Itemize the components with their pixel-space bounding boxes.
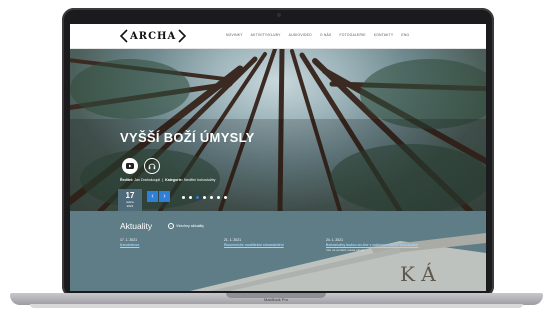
news-link[interactable]: Ekumenické modlitební shromáždění xyxy=(224,243,319,247)
next-slide-button[interactable]: › xyxy=(159,191,170,202)
nav-item-novinky[interactable]: NOVINKY xyxy=(226,33,243,37)
news-date: 24. 1. 2021 xyxy=(326,238,343,242)
news-heading: Aktuality xyxy=(120,221,153,231)
slider-dot[interactable] xyxy=(189,196,192,199)
podcast-button[interactable] xyxy=(144,158,160,174)
news-item[interactable]: 17. 1. 2021 Kondolence xyxy=(120,238,215,247)
slider-dot[interactable] xyxy=(203,196,206,199)
nav-item-fotogalerie[interactable]: FOTOGALERIE xyxy=(339,33,365,37)
news-date: 21. 1. 2021 xyxy=(224,238,241,242)
prev-slide-button[interactable]: ‹ xyxy=(147,191,158,202)
slider-controls: ‹ › xyxy=(147,191,170,202)
arrow-circle-icon: › xyxy=(168,223,174,229)
news-link[interactable]: Kondolence xyxy=(120,243,215,247)
date-badge: 17 ledna 2021 xyxy=(118,189,142,211)
nav-item-kontakty[interactable]: KONTAKTY xyxy=(374,33,394,37)
news-link[interactable]: Bohoslužby budou on-line v malinové sálo… xyxy=(326,243,421,247)
slider-dot[interactable] xyxy=(224,196,227,199)
news-section: K Á Aktuality › Všechny aktuality 17. 1.… xyxy=(70,211,486,291)
hero-banner: VYŠŠÍ BOŽÍ ÚMYSLY Ředitel: Jan Drahokoup… xyxy=(70,49,486,211)
logo-text: ARCHA xyxy=(130,30,177,42)
news-item[interactable]: 21. 1. 2021 Ekumenické modlitební shromá… xyxy=(224,238,319,247)
nav-item-audiovideo[interactable]: AUDIOVIDEO xyxy=(289,33,312,37)
hero-title: VYŠŠÍ BOŽÍ ÚMYSLY xyxy=(120,130,255,145)
all-news-link[interactable]: › Všechny aktuality xyxy=(168,223,204,229)
sermon-meta: Ředitel: Jan Drahokoupil | Kategorie: Ne… xyxy=(120,178,216,182)
slider-dot[interactable] xyxy=(196,196,199,199)
slider-dot[interactable] xyxy=(210,196,213,199)
laptop-base-shadow xyxy=(30,304,523,308)
author-label: Ředitel: xyxy=(120,178,134,182)
site-logo[interactable]: ARCHA xyxy=(120,29,187,43)
nav-item-aktivity[interactable]: AKTIVITY/KLUBY xyxy=(251,33,281,37)
youtube-play-icon xyxy=(126,163,134,169)
slider-dot[interactable] xyxy=(182,196,185,199)
logo-left-bracket-icon xyxy=(120,29,128,43)
slider-dots xyxy=(182,196,227,199)
headphones-icon xyxy=(148,163,156,170)
nav-item-o-nas[interactable]: O NÁS xyxy=(320,33,332,37)
device-label: MacBook Pro xyxy=(263,297,288,302)
slider-dot[interactable] xyxy=(217,196,220,199)
logo-right-bracket-icon xyxy=(178,29,187,43)
news-date: 17. 1. 2021 xyxy=(120,238,137,242)
main-nav: NOVINKY AKTIVITY/KLUBY AUDIOVIDEO O NÁS … xyxy=(226,33,409,37)
news-item[interactable]: 24. 1. 2021 Bohoslužby budou on-line v m… xyxy=(326,238,421,252)
camera-icon xyxy=(277,13,281,17)
news-subtext: Vše na sociální média aktuál. xyxy=(326,248,366,253)
nav-item-eng[interactable]: ENG xyxy=(401,33,409,37)
category-label: Kategorie: xyxy=(165,178,183,182)
site-header: ARCHA NOVINKY AKTIVITY/KLUBY AUDIOVIDEO … xyxy=(70,24,486,49)
all-news-label: Všechny aktuality xyxy=(176,224,204,228)
date-year: 2021 xyxy=(126,204,134,208)
category-name: Nedělní bohoslužby xyxy=(183,178,216,182)
youtube-button[interactable] xyxy=(122,158,138,174)
laptop-screen: ARCHA NOVINKY AKTIVITY/KLUBY AUDIOVIDEO … xyxy=(70,24,486,291)
date-day: 17 xyxy=(125,191,135,200)
author-name: Jan Drahokoupil xyxy=(134,178,161,182)
